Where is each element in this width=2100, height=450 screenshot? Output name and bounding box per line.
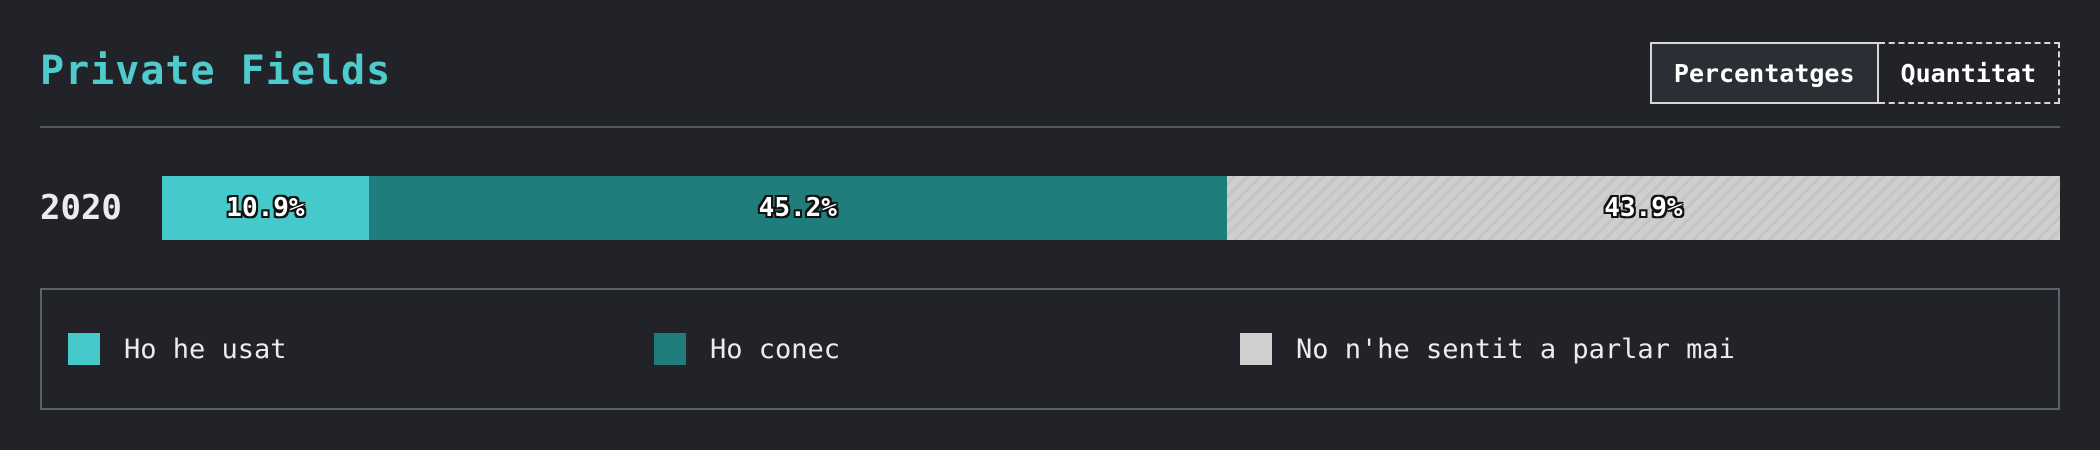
year-label: 2020 xyxy=(40,188,122,228)
bar-segment-3[interactable]: 43.9% xyxy=(1226,176,2060,240)
legend-item[interactable]: Ho he usat xyxy=(68,290,287,408)
bar-row: 2020 10.9% 45.2% 43.9% xyxy=(40,176,2060,240)
data-label: 43.9% xyxy=(1604,193,1683,223)
chart-legend: Ho he usat Ho conec No n'he sentit a parla… xyxy=(40,288,2060,410)
legend-swatch xyxy=(68,333,100,365)
chart-header: Private Fields Percentatges Quantitat xyxy=(40,40,2060,128)
bar-segment-1[interactable]: 10.9% xyxy=(162,176,369,240)
chart-title: Private Fields xyxy=(40,48,392,94)
legend-swatch xyxy=(1240,333,1272,365)
legend-label: No n'he sentit a parlar mai xyxy=(1296,333,1735,365)
stacked-bar: 10.9% 45.2% 43.9% xyxy=(162,176,2060,240)
legend-item[interactable]: Ho conec xyxy=(654,290,840,408)
legend-label: Ho he usat xyxy=(124,333,287,365)
legend-swatch xyxy=(654,333,686,365)
bar-segment-2[interactable]: 45.2% xyxy=(368,176,1227,240)
quantity-toggle-button[interactable]: Quantitat xyxy=(1878,42,2060,104)
legend-item[interactable]: No n'he sentit a parlar mai xyxy=(1240,290,1735,408)
legend-label: Ho conec xyxy=(710,333,841,365)
units-toggle: Percentatges Quantitat xyxy=(1649,42,2060,104)
data-label: 10.9% xyxy=(226,193,305,223)
percentages-toggle-button[interactable]: Percentatges xyxy=(1649,42,1879,104)
data-label: 45.2% xyxy=(758,193,837,223)
